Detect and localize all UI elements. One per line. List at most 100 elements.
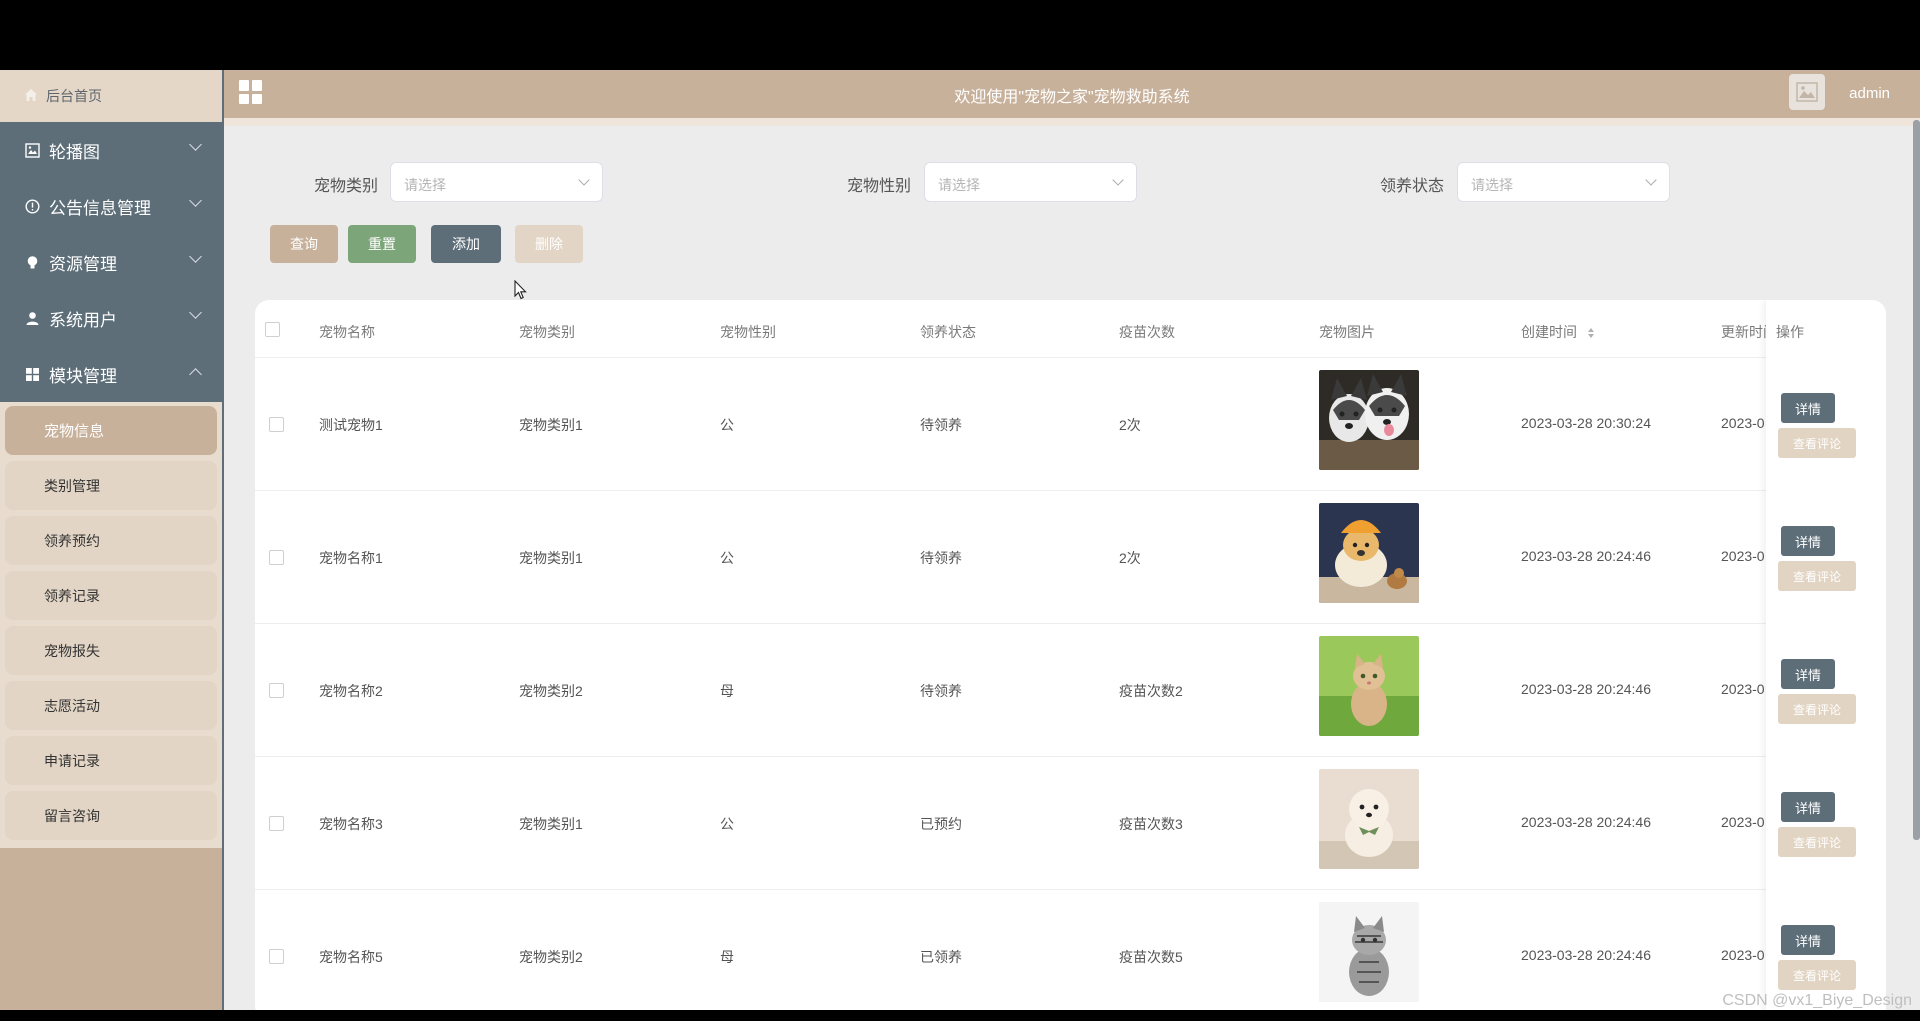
column-header-created[interactable]: 创建时间 — [1521, 322, 1595, 342]
view-comments-button[interactable]: 查看评论 — [1778, 428, 1856, 458]
column-header-created-label: 创建时间 — [1521, 324, 1577, 340]
sidebar-group-users[interactable]: 系统用户 — [0, 290, 222, 346]
sidebar-item-lost-pet[interactable]: 宠物报失 — [5, 626, 217, 675]
sort-icon[interactable] — [1587, 327, 1595, 339]
sidebar-item-pet-info[interactable]: 宠物信息 — [5, 406, 217, 455]
user-icon — [24, 310, 40, 326]
add-button[interactable]: 添加 — [431, 225, 501, 263]
delete-button[interactable]: 删除 — [515, 225, 583, 263]
sidebar-item-message[interactable]: 留言咨询 — [5, 791, 217, 840]
page-scrollbar[interactable] — [1913, 120, 1920, 840]
top-header: 欢迎使用"宠物之家"宠物救助系统 admin — [224, 70, 1920, 118]
status-select-placeholder: 请选择 — [1471, 177, 1513, 193]
view-comments-button[interactable]: 查看评论 — [1778, 694, 1856, 724]
sidebar-group-label: 系统用户 — [49, 310, 117, 330]
row-checkbox[interactable] — [269, 949, 284, 964]
cell-vaccine: 2次 — [1119, 550, 1141, 566]
gender-select[interactable]: 请选择 — [924, 162, 1137, 202]
category-filter-label: 宠物类别 — [314, 178, 379, 195]
cell-updated: 2023-0 — [1721, 548, 1765, 564]
status-select[interactable]: 请选择 — [1457, 162, 1670, 202]
sidebar-group-label: 轮播图 — [49, 142, 100, 162]
detail-button[interactable]: 详情 — [1781, 925, 1835, 955]
sidebar-submenu: 宠物信息 类别管理 领养预约 领养记录 宠物报失 志愿活动 申请记录 留言咨询 — [0, 402, 222, 848]
column-header-vaccine: 疫苗次数 — [1119, 324, 1175, 340]
sidebar-item-application[interactable]: 申请记录 — [5, 736, 217, 785]
page-title: 欢迎使用"宠物之家"宠物救助系统 — [954, 89, 1190, 106]
image-icon — [24, 142, 40, 158]
cell-name: 宠物名称2 — [319, 683, 383, 699]
pet-photo-tabby-cat[interactable] — [1319, 902, 1419, 1002]
avatar[interactable] — [1789, 74, 1825, 110]
gender-filter-label: 宠物性别 — [847, 178, 912, 195]
reset-button[interactable]: 重置 — [348, 225, 416, 263]
row-checkbox[interactable] — [269, 816, 284, 831]
sidebar-item-adoption-booking[interactable]: 领养预约 — [5, 516, 217, 565]
column-header-actions: 操作 — [1776, 324, 1804, 340]
cell-name: 宠物名称3 — [319, 816, 383, 832]
sidebar-subitem-label: 领养记录 — [44, 587, 100, 604]
row-checkbox[interactable] — [269, 550, 284, 565]
detail-button[interactable]: 详情 — [1781, 792, 1835, 822]
cell-created: 2023-03-28 20:24:46 — [1521, 814, 1651, 830]
cell-vaccine: 疫苗次数3 — [1119, 816, 1183, 832]
cell-vaccine: 疫苗次数2 — [1119, 683, 1183, 699]
sidebar-item-home[interactable]: 后台首页 — [0, 70, 222, 122]
detail-button[interactable]: 详情 — [1781, 393, 1835, 423]
cell-updated: 2023-0 — [1721, 415, 1765, 431]
sidebar-group-modules[interactable]: 模块管理 — [0, 346, 222, 402]
sidebar-group-label: 资源管理 — [49, 254, 117, 274]
chevron-down-icon — [578, 174, 590, 186]
image-placeholder-icon — [1796, 82, 1818, 102]
cell-category: 宠物类别1 — [519, 417, 583, 433]
sidebar-item-volunteer[interactable]: 志愿活动 — [5, 681, 217, 730]
column-header-name: 宠物名称 — [319, 324, 375, 340]
pet-photo-kitten[interactable] — [1319, 636, 1419, 736]
cell-gender: 母 — [720, 949, 734, 965]
home-icon — [24, 88, 38, 105]
header-divider — [224, 118, 1920, 126]
row-checkbox[interactable] — [269, 417, 284, 432]
view-comments-button[interactable]: 查看评论 — [1778, 561, 1856, 591]
row-checkbox[interactable] — [269, 683, 284, 698]
category-select[interactable]: 请选择 — [390, 162, 603, 202]
cell-gender: 公 — [720, 550, 734, 566]
table-header: 宠物名称 宠物类别 宠物性别 领养状态 疫苗次数 宠物图片 创建时间 更新时间 — [255, 300, 1886, 358]
chevron-up-icon — [189, 368, 202, 381]
chevron-down-icon — [189, 250, 202, 263]
detail-button[interactable]: 详情 — [1781, 659, 1835, 689]
sidebar-item-category[interactable]: 类别管理 — [5, 461, 217, 510]
column-header-gender: 宠物性别 — [720, 324, 776, 340]
sidebar-group-label: 公告信息管理 — [49, 198, 151, 218]
cell-updated: 2023-0 — [1721, 814, 1765, 830]
cell-name: 宠物名称1 — [319, 550, 383, 566]
sidebar-item-adoption-record[interactable]: 领养记录 — [5, 571, 217, 620]
sidebar-group-carousel[interactable]: 轮播图 — [0, 122, 222, 178]
cell-status: 已领养 — [920, 949, 962, 965]
cell-gender: 公 — [720, 816, 734, 832]
category-select-placeholder: 请选择 — [404, 177, 446, 193]
chevron-down-icon — [189, 306, 202, 319]
cell-created: 2023-03-28 20:24:46 — [1521, 548, 1651, 564]
chevron-down-icon — [1112, 174, 1124, 186]
sidebar-subitem-label: 志愿活动 — [44, 697, 100, 714]
pet-photo-huskies[interactable] — [1319, 370, 1419, 470]
view-comments-button[interactable]: 查看评论 — [1778, 960, 1856, 990]
cell-category: 宠物类别2 — [519, 683, 583, 699]
table-row: 宠物名称5 宠物类别2 母 已领养 疫苗次数5 2023-03-28 20:24… — [255, 890, 1886, 1010]
sidebar-group-resources[interactable]: 资源管理 — [0, 234, 222, 290]
select-all-checkbox[interactable] — [265, 322, 280, 337]
table-row: 测试宠物1 宠物类别1 公 待领养 2次 2023-03-28 20:30:24… — [255, 358, 1886, 491]
sidebar-group-notice[interactable]: 公告信息管理 — [0, 178, 222, 234]
cell-category: 宠物类别1 — [519, 816, 583, 832]
cell-gender: 公 — [720, 417, 734, 433]
cursor-icon — [514, 280, 527, 300]
view-comments-button[interactable]: 查看评论 — [1778, 827, 1856, 857]
pet-photo-pomeranian[interactable] — [1319, 769, 1419, 869]
detail-button[interactable]: 详情 — [1781, 526, 1835, 556]
pet-photo-puppy[interactable] — [1319, 503, 1419, 603]
sidebar-subitem-label: 申请记录 — [44, 752, 100, 769]
sidebar-home-label: 后台首页 — [46, 88, 102, 104]
username[interactable]: admin — [1849, 85, 1890, 102]
query-button[interactable]: 查询 — [270, 225, 338, 263]
